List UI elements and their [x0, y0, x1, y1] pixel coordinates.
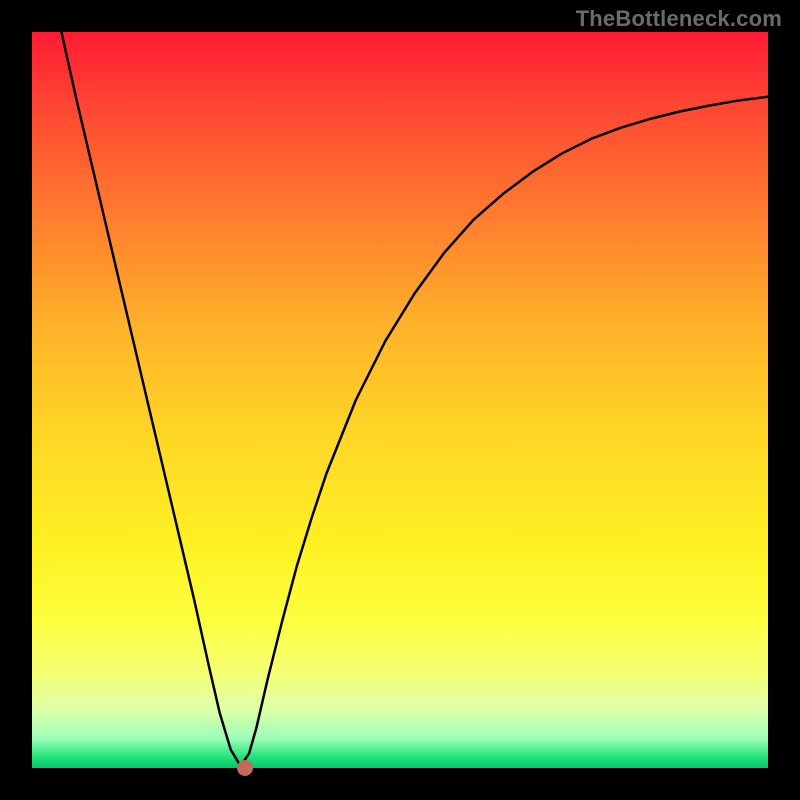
chart-plot-area — [32, 32, 768, 768]
bottleneck-curve-path — [61, 32, 768, 764]
marker-dot — [237, 760, 253, 776]
bottleneck-curve-svg — [32, 32, 768, 768]
watermark-text: TheBottleneck.com — [576, 6, 782, 32]
